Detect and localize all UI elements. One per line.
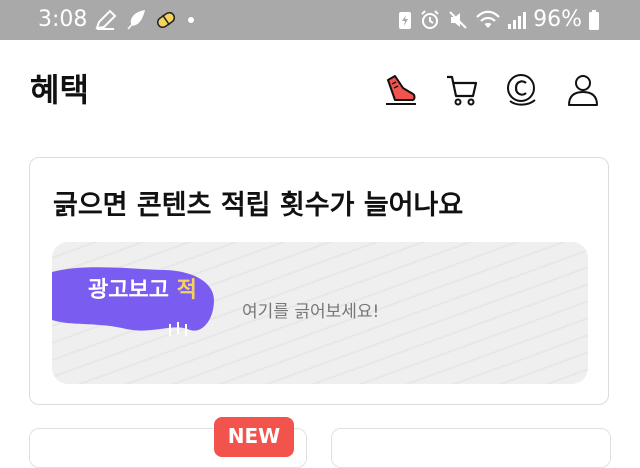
scratch-card: 긁으면 콘텐츠 적립 횟수가 늘어나요 광고보고 적 여기를 긁어보세요! [29,157,609,405]
scratch-area[interactable]: 광고보고 적 여기를 긁어보세요! [52,242,588,384]
shoe-icon[interactable] [383,72,419,108]
cart-icon[interactable] [444,72,480,108]
battery-icon [589,10,599,30]
dot-icon [188,17,194,23]
battery-percent: 96% [533,7,582,32]
pencil-icon [95,9,117,30]
new-badge: NEW [214,417,294,457]
coin-icon[interactable] [504,72,540,108]
status-left-icons [94,9,198,31]
ad-label-extra: 적 [176,278,197,303]
scratch-hint: 여기를 긁어보세요! [242,302,380,322]
status-time: 3:08 [38,7,88,32]
battery-saver-icon [399,12,412,29]
profile-icon[interactable] [565,72,601,108]
ad-label: 광고보고 적 [88,277,197,305]
alarm-icon [421,10,439,29]
status-right-icons: 96% [397,6,600,34]
app-header: 혜택 [0,40,640,140]
scratch-card-title: 긁으면 콘텐츠 적립 횟수가 늘어나요 [53,190,464,221]
ad-label-text: 광고보고 [88,278,169,303]
bottom-card-right[interactable] [331,428,611,468]
signal-icon [508,12,527,29]
wifi-icon [476,10,500,28]
page-title: 혜택 [30,71,89,109]
feather-icon [127,10,146,30]
pill-icon [156,11,176,29]
mute-icon [449,11,467,29]
status-bar: 3:08 96% [0,0,640,40]
